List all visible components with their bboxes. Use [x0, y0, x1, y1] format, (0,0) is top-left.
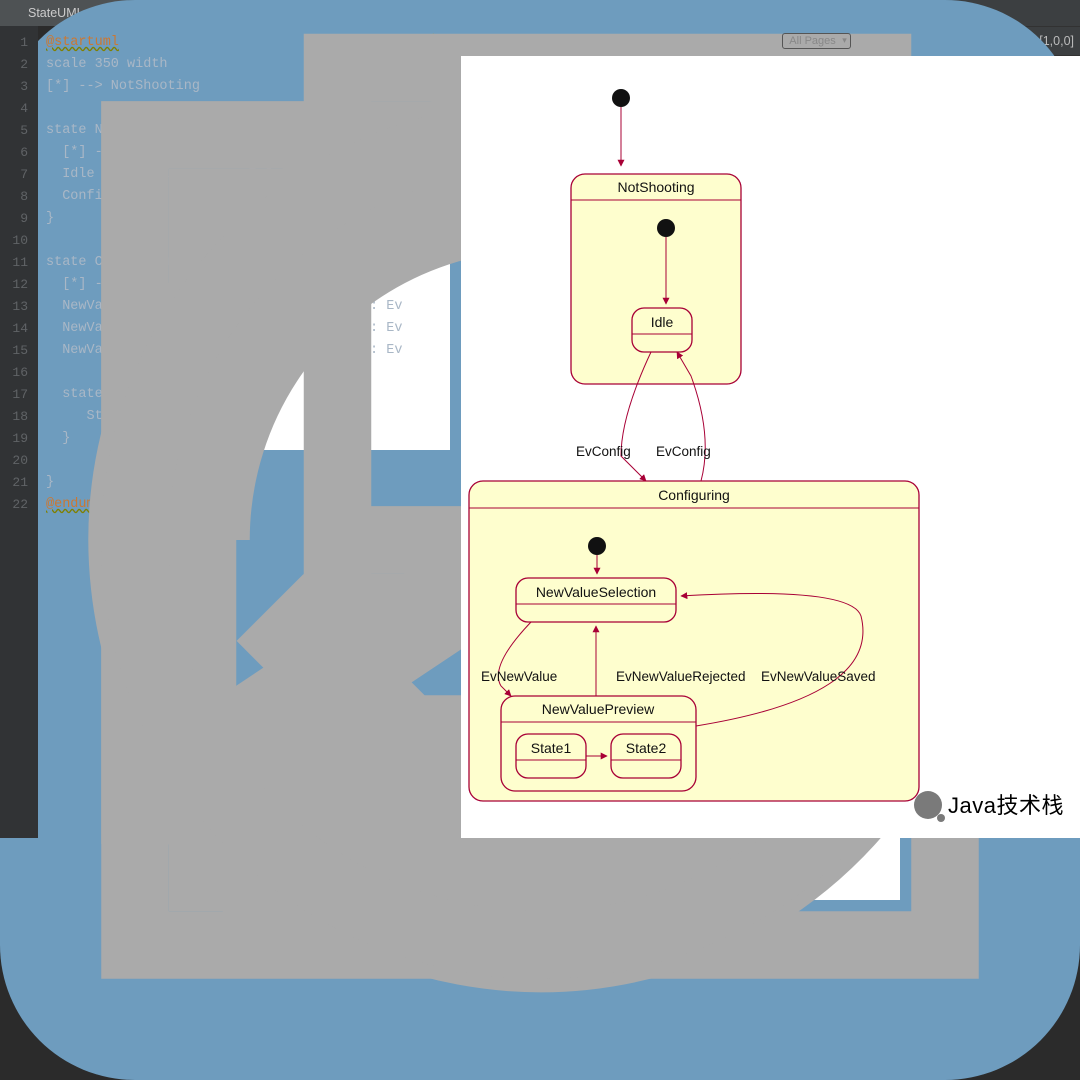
edge-label-evconfig-right: EvConfig [656, 444, 711, 459]
state-diagram-svg: NotShooting Idle EvConfig EvConfig Confi… [461, 56, 1080, 838]
watermark-icon [914, 791, 942, 819]
diagram-canvas: NotShooting Idle EvConfig EvConfig Confi… [461, 56, 1080, 838]
state-configuring-label: Configuring [658, 487, 730, 503]
initial-state-notshooting [657, 219, 675, 237]
settings-icon[interactable] [946, 33, 962, 49]
initial-state-configuring [588, 537, 606, 555]
state-idle-label: Idle [651, 314, 674, 330]
watermark: Java技术栈 [914, 788, 1064, 820]
edge-label-evsaved: EvNewValueSaved [761, 669, 876, 684]
preview-toolbar: 1:1 ← → All Pages ? 235ms [1,0,0] [461, 26, 1080, 56]
edge-label-evnewvalue: EvNewValue [481, 669, 557, 684]
state-nvsel-label: NewValueSelection [536, 584, 656, 600]
state-state1-label: State1 [531, 740, 572, 756]
edge-label-evrejected: EvNewValueRejected [616, 669, 746, 684]
preview-pane: PlantUML 1:1 ← → All Pages ? 235ms [1,0, [461, 0, 1080, 838]
preview-canvas-wrap[interactable]: NotShooting Idle EvConfig EvConfig Confi… [461, 56, 1080, 838]
initial-state [612, 89, 630, 107]
watermark-text: Java技术栈 [948, 793, 1064, 818]
state-state2-label: State2 [626, 740, 667, 756]
state-nvprev-label: NewValuePreview [542, 701, 655, 717]
edge-label-evconfig-left: EvConfig [576, 444, 631, 459]
state-notshooting-label: NotShooting [617, 179, 694, 195]
